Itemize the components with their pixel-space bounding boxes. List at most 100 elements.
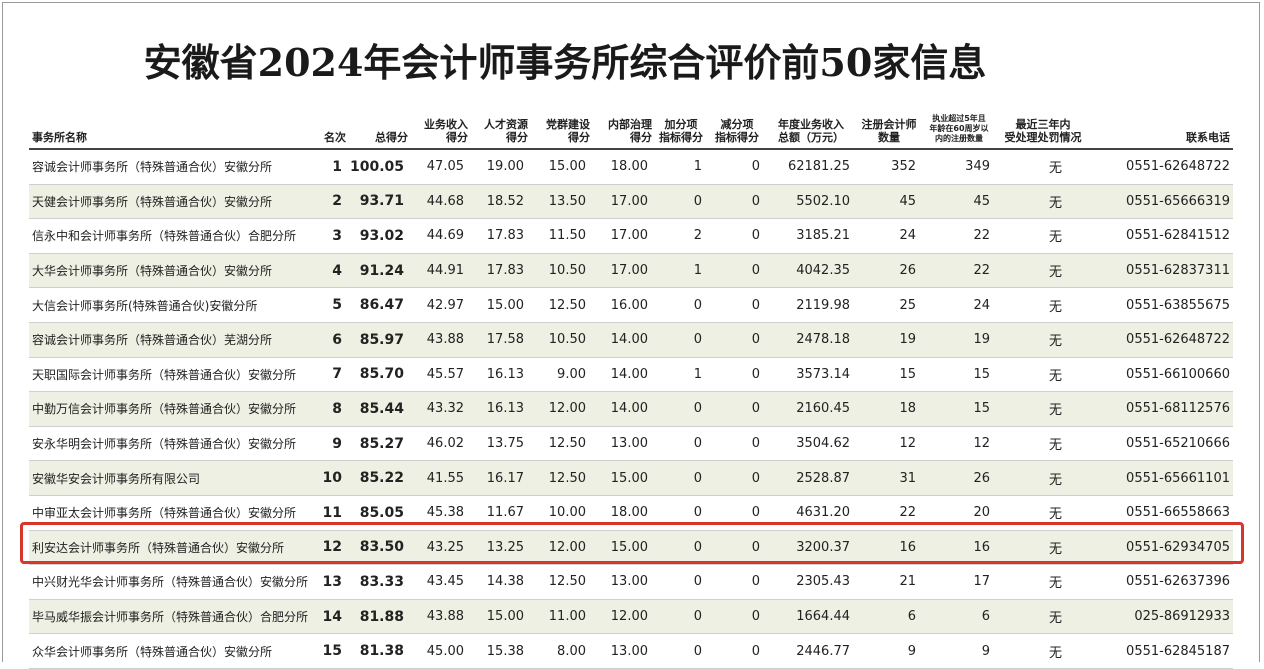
cpa-count-cell: 21 — [856, 564, 922, 600]
firm-name-cell: 天职国际会计师事务所（特殊普通合伙）安徽分所 — [29, 357, 314, 393]
cpa-count-cell: 15 — [856, 357, 922, 393]
header-rank: 名次 — [314, 110, 348, 150]
governance-score-cell: 13.00 — [592, 564, 654, 600]
rank-cell: 1 — [314, 149, 348, 185]
party-score-cell: 10.50 — [530, 253, 592, 289]
total-score-cell: 85.70 — [348, 357, 410, 393]
talent-score-cell: 17.58 — [470, 322, 530, 358]
phone-number-cell: 0551-65666319 — [1090, 184, 1233, 220]
rank-cell: 14 — [314, 599, 348, 635]
annual-revenue-cell: 5502.10 — [766, 184, 856, 220]
penalty-status-cell: 无 — [996, 391, 1090, 427]
penalty-status-cell: 无 — [996, 564, 1090, 600]
table-row: 大信会计师事务所(特殊普通合伙)安徽分所 5 86.47 42.97 15.00 12.5… — [29, 287, 1233, 323]
minus-score-cell: 0 — [708, 495, 766, 531]
annual-revenue-cell: 2528.87 — [766, 460, 856, 496]
rank-cell: 13 — [314, 564, 348, 600]
income-score-cell: 42.97 — [410, 287, 470, 323]
total-score-cell: 83.50 — [348, 530, 410, 566]
header-name: 事务所名称 — [29, 110, 314, 150]
income-score-cell: 45.00 — [410, 633, 470, 669]
income-score-cell: 44.69 — [410, 218, 470, 254]
senior-cpa-count-cell: 17 — [922, 564, 996, 600]
income-score-cell: 41.55 — [410, 460, 470, 496]
minus-score-cell: 0 — [708, 391, 766, 427]
governance-score-cell: 12.00 — [592, 599, 654, 635]
phone-number-cell: 0551-65661101 — [1090, 460, 1233, 496]
senior-cpa-count-cell: 22 — [922, 218, 996, 254]
total-score-cell: 100.05 — [348, 149, 410, 185]
senior-cpa-count-cell: 15 — [922, 391, 996, 427]
minus-score-cell: 0 — [708, 253, 766, 289]
table-row: 信永中和会计师事务所（特殊普通合伙）合肥分所 3 93.02 44.69 17.83 11… — [29, 218, 1233, 254]
header-talent: 人才资源 得分 — [470, 110, 530, 150]
senior-cpa-count-cell: 45 — [922, 184, 996, 220]
firm-name-cell: 信永中和会计师事务所（特殊普通合伙）合肥分所 — [29, 218, 314, 254]
minus-score-cell: 0 — [708, 564, 766, 600]
minus-score-cell: 0 — [708, 460, 766, 496]
table-row: 中审亚太会计师事务所（特殊普通合伙）安徽分所 11 85.05 45.38 11.67 1… — [29, 495, 1233, 531]
header-income: 业务收入 得分 — [410, 110, 470, 150]
income-score-cell: 45.57 — [410, 357, 470, 393]
cpa-count-cell: 45 — [856, 184, 922, 220]
phone-number-cell: 0551-62837311 — [1090, 253, 1233, 289]
senior-cpa-count-cell: 22 — [922, 253, 996, 289]
firm-name-cell: 大华会计师事务所（特殊普通合伙）安徽分所 — [29, 253, 314, 289]
ranking-table: 事务所名称 名次 总得分 业务收入 得分 人才资源 得分 党群建设 得分 内部治理 得分… — [29, 110, 1233, 669]
annual-revenue-cell: 4631.20 — [766, 495, 856, 531]
header-penalty: 最近三年内 受处理处罚情况 — [996, 110, 1090, 150]
penalty-status-cell: 无 — [996, 149, 1090, 185]
minus-score-cell: 0 — [708, 184, 766, 220]
header-minus: 减分项 指标得分 — [708, 110, 766, 150]
rank-cell: 2 — [314, 184, 348, 220]
governance-score-cell: 17.00 — [592, 218, 654, 254]
minus-score-cell: 0 — [708, 287, 766, 323]
party-score-cell: 8.00 — [530, 633, 592, 669]
penalty-status-cell: 无 — [996, 633, 1090, 669]
table-row: 天职国际会计师事务所（特殊普通合伙）安徽分所 7 85.70 45.57 16.13 9.… — [29, 357, 1233, 393]
minus-score-cell: 0 — [708, 530, 766, 566]
talent-score-cell: 19.00 — [470, 149, 530, 185]
header-revenue: 年度业务收入 总额（万元） — [766, 110, 856, 150]
table-row: 中兴财光华会计师事务所（特殊普通合伙）安徽分所 13 83.33 43.45 14.38… — [29, 564, 1233, 600]
total-score-cell: 91.24 — [348, 253, 410, 289]
governance-score-cell: 18.00 — [592, 495, 654, 531]
firm-name-cell: 安徽华安会计师事务所有限公司 — [29, 460, 314, 496]
governance-score-cell: 13.00 — [592, 426, 654, 462]
governance-score-cell: 17.00 — [592, 184, 654, 220]
total-score-cell: 85.44 — [348, 391, 410, 427]
senior-cpa-count-cell: 12 — [922, 426, 996, 462]
party-score-cell: 15.00 — [530, 149, 592, 185]
senior-cpa-count-cell: 9 — [922, 633, 996, 669]
talent-score-cell: 14.38 — [470, 564, 530, 600]
talent-score-cell: 13.25 — [470, 530, 530, 566]
rank-cell: 3 — [314, 218, 348, 254]
talent-score-cell: 17.83 — [470, 253, 530, 289]
annual-revenue-cell: 2446.77 — [766, 633, 856, 669]
party-score-cell: 12.50 — [530, 564, 592, 600]
bonus-score-cell: 0 — [654, 287, 708, 323]
phone-number-cell: 0551-68112576 — [1090, 391, 1233, 427]
governance-score-cell: 14.00 — [592, 322, 654, 358]
bonus-score-cell: 2 — [654, 218, 708, 254]
bonus-score-cell: 0 — [654, 530, 708, 566]
table-row: 安永华明会计师事务所（特殊普通合伙）安徽分所 9 85.27 46.02 13.75 12… — [29, 426, 1233, 462]
income-score-cell: 45.38 — [410, 495, 470, 531]
table-row: 天健会计师事务所（特殊普通合伙）安徽分所 2 93.71 44.68 18.52 13.5… — [29, 184, 1233, 220]
governance-score-cell: 15.00 — [592, 530, 654, 566]
income-score-cell: 43.25 — [410, 530, 470, 566]
cpa-count-cell: 9 — [856, 633, 922, 669]
party-score-cell: 12.00 — [530, 391, 592, 427]
cpa-count-cell: 24 — [856, 218, 922, 254]
table-row: 容诚会计师事务所（特殊普通合伙）安徽分所 1 100.05 47.05 19.00 15.… — [29, 149, 1233, 185]
firm-name-cell: 安永华明会计师事务所（特殊普通合伙）安徽分所 — [29, 426, 314, 462]
header-cpa: 注册会计师 数量 — [856, 110, 922, 150]
phone-number-cell: 0551-62845187 — [1090, 633, 1233, 669]
governance-score-cell: 15.00 — [592, 460, 654, 496]
table-row: 中勤万信会计师事务所（特殊普通合伙）安徽分所 8 85.44 43.32 16.13 12… — [29, 391, 1233, 427]
minus-score-cell: 0 — [708, 218, 766, 254]
phone-number-cell: 0551-62841512 — [1090, 218, 1233, 254]
annual-revenue-cell: 3504.62 — [766, 426, 856, 462]
firm-name-cell: 利安达会计师事务所（特殊普通合伙）安徽分所 — [29, 530, 314, 566]
penalty-status-cell: 无 — [996, 530, 1090, 566]
